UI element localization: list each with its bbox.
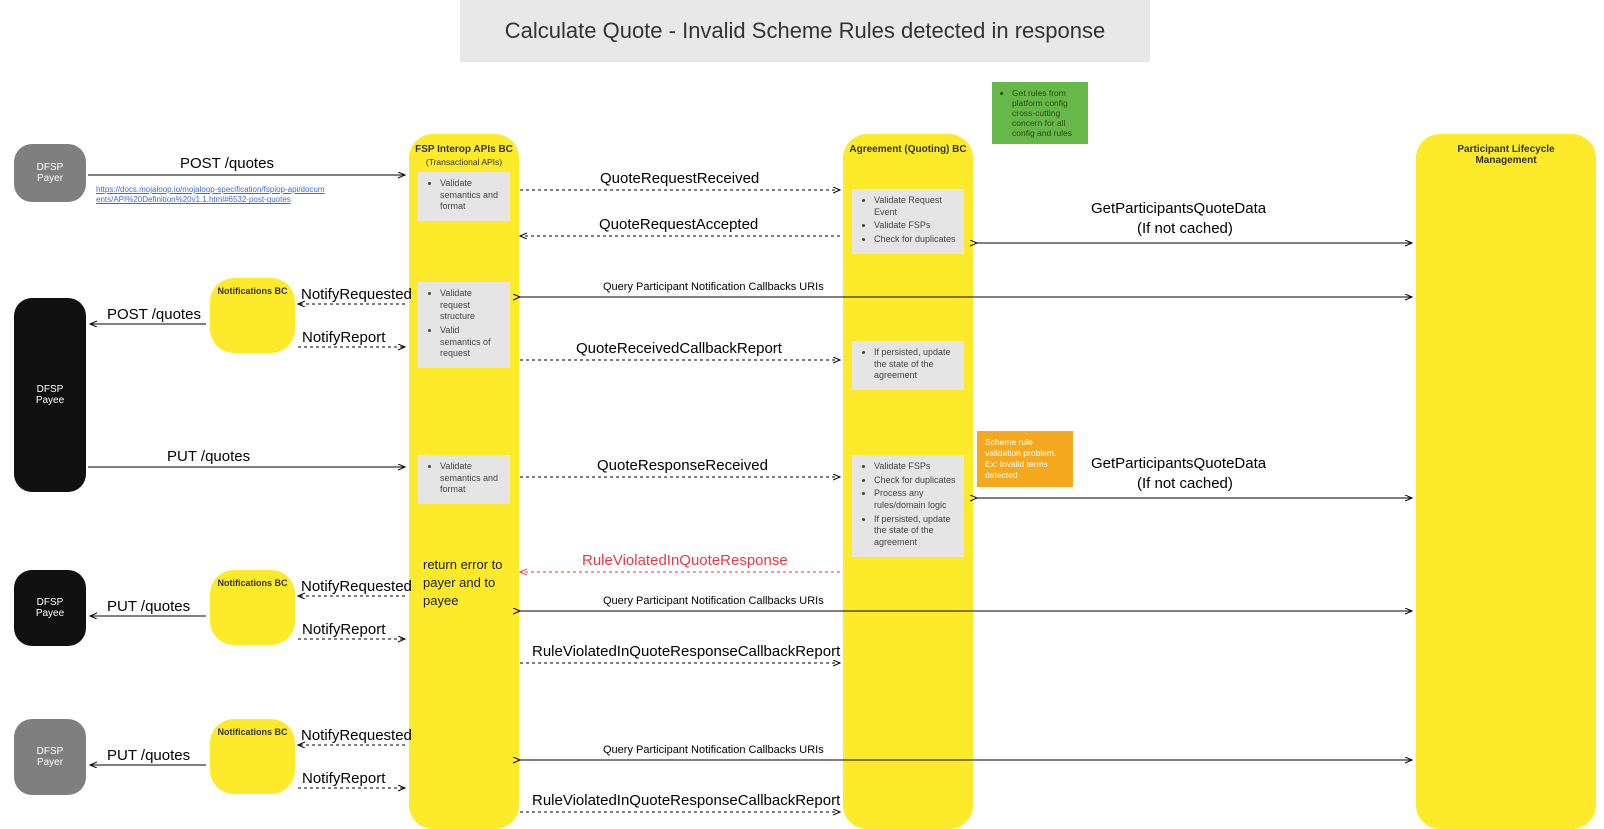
note-item: Validate Request Event (874, 195, 956, 218)
msg-rule-violated-cb-2: RuleViolatedInQuoteResponseCallbackRepor… (532, 792, 840, 809)
note-item: Validate request structure (440, 288, 502, 323)
sequence-arrows (0, 0, 1604, 829)
orange-warning-note: Scheme rule validation problem. Ex: Inva… (977, 431, 1073, 487)
actor-label: Payer (37, 173, 63, 184)
msg-put-quotes-2: PUT /quotes (107, 598, 190, 615)
actor-dfsp-payee-low: DFSP Payee (14, 570, 86, 646)
fsp-note-validate-1: Validate semantics and format (418, 172, 510, 221)
msg-post-quotes-2: POST /quotes (107, 306, 201, 323)
msg-rule-violated-cb-1: RuleViolatedInQuoteResponseCallbackRepor… (532, 643, 840, 660)
msg-quote-response-received: QuoteResponseReceived (597, 457, 768, 474)
msg-notify-requested-1: NotifyRequested (301, 286, 412, 303)
spec-link[interactable]: https://docs.mojaloop.io/mojaloop-specif… (96, 185, 326, 206)
actor-label: Payee (36, 608, 64, 619)
diagram-title: Calculate Quote - Invalid Scheme Rules d… (460, 0, 1150, 62)
note-item: Process any rules/domain logic (874, 488, 956, 511)
note-item: Validate semantics and format (440, 461, 502, 496)
orange-note-text: Scheme rule validation problem. Ex: Inva… (985, 437, 1056, 480)
actor-label: DFSP (37, 746, 64, 757)
lifeline-fsp-sub: (Transactional APIs) (409, 157, 519, 167)
note-item: Validate FSPs (874, 461, 956, 473)
lifeline-agreement-title: Agreement (Quoting) BC (843, 144, 973, 155)
msg-query-cb-2: Query Participant Notification Callbacks… (603, 595, 824, 607)
note-item: If persisted, update the state of the ag… (874, 514, 956, 549)
msg-get-participants-1: GetParticipantsQuoteData (1091, 200, 1266, 217)
notifications-label: Notifications BC (217, 286, 287, 353)
actor-label: DFSP (37, 162, 64, 173)
msg-notify-report-2: NotifyReport (302, 621, 385, 638)
msg-quote-request-accepted: QuoteRequestAccepted (599, 216, 758, 233)
msg-notify-requested-2: NotifyRequested (301, 578, 412, 595)
actor-dfsp-payer-bot: DFSP Payer (14, 719, 86, 795)
msg-if-not-cached-1: (If not cached) (1137, 220, 1233, 237)
notifications-label: Notifications BC (217, 578, 287, 645)
actor-label: Payer (37, 757, 63, 768)
fsp-note-validate-3: Validate semantics and format (418, 455, 510, 504)
lifeline-participant: Participant Lifecycle Management (1416, 134, 1596, 829)
msg-rule-violated: RuleViolatedInQuoteResponse (582, 552, 788, 569)
note-item: Check for duplicates (874, 475, 956, 487)
notifications-bc-2: Notifications BC (210, 570, 295, 645)
msg-notify-requested-3: NotifyRequested (301, 727, 412, 744)
msg-quote-received-cb: QuoteReceivedCallbackReport (576, 340, 782, 357)
msg-quote-request-received: QuoteRequestReceived (600, 170, 759, 187)
notifications-bc-3: Notifications BC (210, 719, 295, 794)
msg-post-quotes-1: POST /quotes (180, 155, 274, 172)
msg-get-participants-2: GetParticipantsQuoteData (1091, 455, 1266, 472)
lifeline-participant-title: Participant Lifecycle Management (1416, 144, 1596, 166)
actor-label: Payee (36, 395, 64, 406)
msg-notify-report-1: NotifyReport (302, 329, 385, 346)
agreement-note-3: Validate FSPs Check for duplicates Proce… (852, 455, 964, 557)
green-config-note: Get rules from platform config cross-cut… (992, 82, 1088, 144)
agreement-note-1: Validate Request Event Validate FSPs Che… (852, 189, 964, 254)
actor-label: DFSP (37, 597, 64, 608)
msg-put-quotes-1: PUT /quotes (167, 448, 250, 465)
green-note-text: Get rules from platform config cross-cut… (1012, 88, 1080, 138)
msg-if-not-cached-2: (If not cached) (1137, 475, 1233, 492)
lifeline-fsp-title: FSP Interop APIs BC (409, 144, 519, 155)
note-item: Validate semantics and format (440, 178, 502, 213)
fsp-note-validate-2: Validate request structure Valid semanti… (418, 282, 510, 368)
return-error-note: return error to payer and to payee (423, 556, 509, 611)
msg-query-cb-3: Query Participant Notification Callbacks… (603, 744, 824, 756)
notifications-label: Notifications BC (217, 727, 287, 794)
notifications-bc-1: Notifications BC (210, 278, 295, 353)
note-item: Check for duplicates (874, 234, 956, 246)
actor-label: DFSP (37, 384, 64, 395)
note-item: Valid semantics of request (440, 325, 502, 360)
note-item: Validate FSPs (874, 220, 956, 232)
agreement-note-2: If persisted, update the state of the ag… (852, 341, 964, 390)
msg-notify-report-3: NotifyReport (302, 770, 385, 787)
msg-query-cb-1: Query Participant Notification Callbacks… (603, 281, 824, 293)
actor-dfsp-payer-top: DFSP Payer (14, 144, 86, 202)
actor-dfsp-payee-mid: DFSP Payee (14, 298, 86, 492)
msg-put-quotes-3: PUT /quotes (107, 747, 190, 764)
note-item: If persisted, update the state of the ag… (874, 347, 956, 382)
